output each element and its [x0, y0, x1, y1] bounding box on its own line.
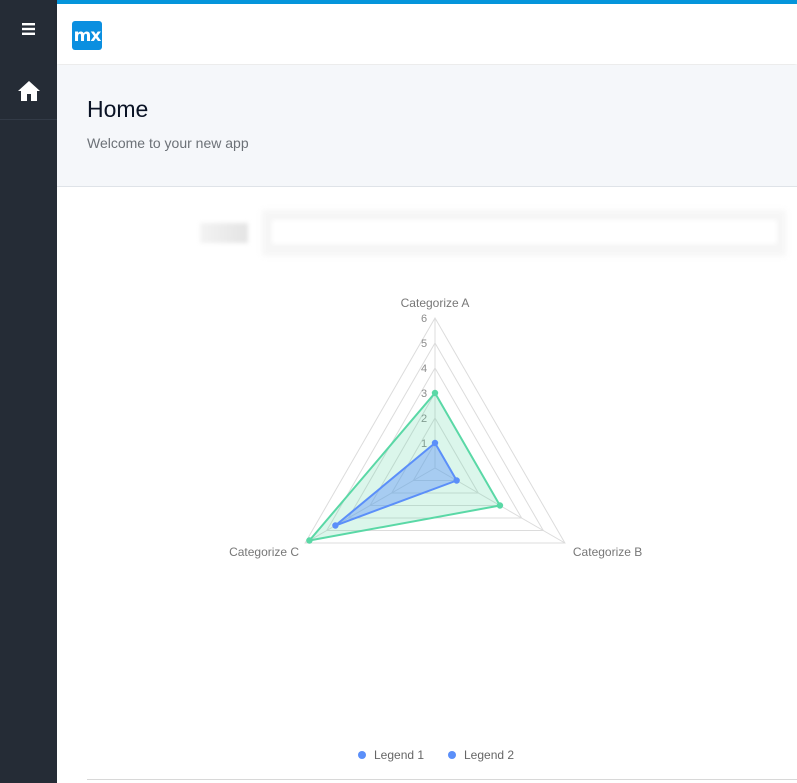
legend-label: Legend 2 [464, 748, 514, 762]
legend-marker [448, 751, 456, 759]
radar-data-point [306, 537, 313, 544]
radar-tick-label: 6 [421, 313, 427, 325]
radar-tick-label: 3 [421, 388, 427, 400]
legend-label: Legend 1 [374, 748, 424, 762]
radar-data-point [496, 502, 504, 509]
radar-chart: 123456Categorize ACategorize BCategorize… [229, 296, 642, 762]
radar-data-point [431, 389, 439, 397]
radar-category-label: Categorize B [573, 545, 642, 559]
divider [87, 779, 797, 780]
radar-category-label: Categorize A [401, 296, 470, 310]
radar-data-point [431, 439, 439, 447]
legend-marker [358, 751, 366, 759]
radar-data-point [453, 477, 460, 484]
radar-tick-label: 5 [421, 338, 427, 350]
radar-data-point [332, 522, 339, 529]
radar-category-label: Categorize C [229, 545, 299, 559]
radar-tick-label: 4 [421, 363, 427, 375]
